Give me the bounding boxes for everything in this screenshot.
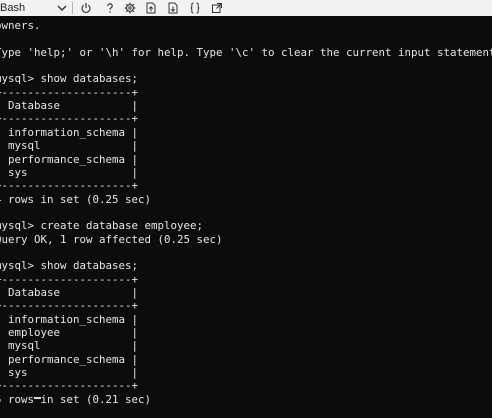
terminal-line: Type 'help;' or '\h' for help. Type '\c'… bbox=[0, 45, 492, 59]
shell-selector-label: Bash bbox=[0, 2, 26, 14]
terminal-line: | performance_schema | bbox=[0, 152, 139, 166]
terminal-line: Query OK, 1 row affected (0.25 sec) bbox=[0, 232, 223, 246]
power-icon[interactable] bbox=[80, 2, 92, 14]
terminal-line: mysql> show databases; bbox=[0, 72, 139, 86]
terminal-line: mysql> show databases; bbox=[0, 259, 139, 273]
terminal-line: | Database | bbox=[0, 99, 139, 113]
toolbar-divider bbox=[72, 2, 73, 14]
terminal-cursor bbox=[34, 397, 41, 399]
terminal-line: | performance_schema | bbox=[0, 352, 139, 366]
shell-selector[interactable]: Bash bbox=[0, 1, 25, 15]
terminal-line: owners. bbox=[0, 19, 41, 32]
terminal-line: 5 rows in set (0.21 sec) bbox=[0, 392, 152, 406]
braces-icon[interactable] bbox=[189, 2, 201, 14]
terminal-line: | information_schema | bbox=[0, 312, 139, 326]
terminal-line: 4 rows in set (0.25 sec) bbox=[0, 192, 152, 206]
open-new-icon[interactable] bbox=[211, 2, 223, 14]
terminal-line: | mysql | bbox=[0, 139, 139, 153]
terminal-line: +--------------------+ bbox=[0, 112, 139, 126]
terminal-line: mysql> create database employee; bbox=[0, 219, 204, 233]
upload-icon[interactable] bbox=[145, 2, 157, 14]
terminal-line: +--------------------+ bbox=[0, 272, 139, 286]
gear-icon[interactable] bbox=[124, 2, 136, 14]
terminal-line: | mysql | bbox=[0, 339, 139, 353]
terminal-output[interactable]: owners. Type 'help;' or '\h' for help. Ty… bbox=[0, 16, 492, 418]
terminal-line: | information_schema | bbox=[0, 125, 139, 139]
terminal-line: | Database | bbox=[0, 286, 139, 299]
terminal-line: +--------------------+ bbox=[0, 379, 139, 393]
terminal-line: +--------------------+ bbox=[0, 299, 139, 313]
chevron-down-icon[interactable] bbox=[56, 2, 68, 14]
cloud-shell-toolbar: Bash bbox=[0, 0, 492, 17]
terminal-line: | employee | bbox=[0, 326, 139, 340]
terminal-line: +--------------------+ bbox=[0, 85, 139, 99]
download-icon[interactable] bbox=[167, 2, 179, 14]
terminal-line: +--------------------+ bbox=[0, 179, 139, 193]
help-icon[interactable] bbox=[104, 2, 116, 14]
terminal-line: | sys | bbox=[0, 165, 139, 179]
terminal-line: | sys | bbox=[0, 366, 139, 380]
